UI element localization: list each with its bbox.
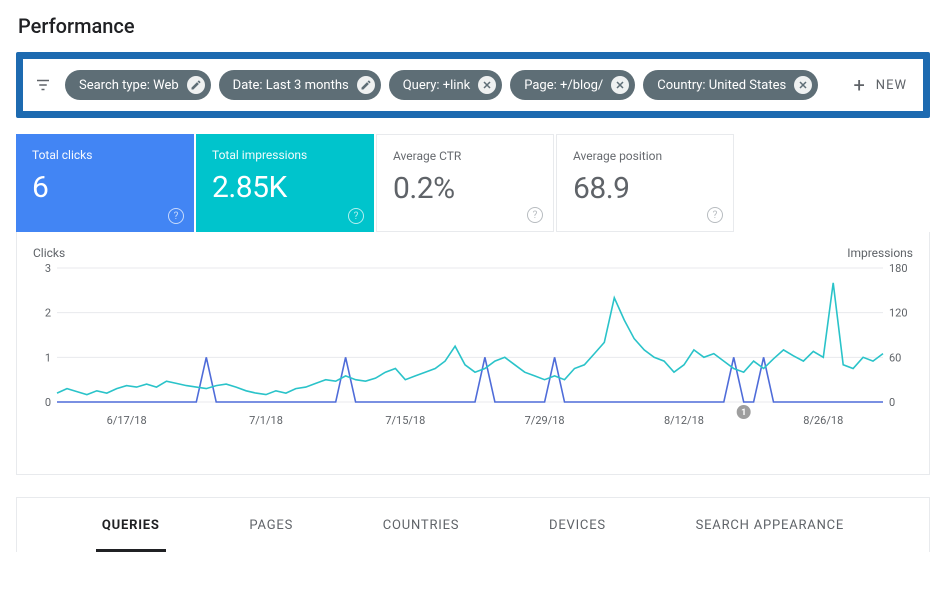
metric-card-ctr[interactable]: Average CTR 0.2% ? bbox=[376, 134, 554, 232]
metric-value: 2.85K bbox=[212, 170, 358, 205]
svg-text:7/1/18: 7/1/18 bbox=[249, 414, 283, 427]
svg-text:3: 3 bbox=[45, 262, 51, 275]
svg-text:0: 0 bbox=[889, 396, 895, 409]
tab-countries[interactable]: COUNTRIES bbox=[377, 498, 466, 552]
new-label: NEW bbox=[876, 78, 907, 93]
svg-text:7/15/18: 7/15/18 bbox=[385, 414, 425, 427]
svg-text:1: 1 bbox=[741, 408, 746, 418]
svg-text:2: 2 bbox=[45, 307, 51, 320]
tab-devices[interactable]: DEVICES bbox=[543, 498, 612, 552]
axis-label-left: Clicks bbox=[33, 246, 65, 260]
svg-text:7/29/18: 7/29/18 bbox=[525, 414, 565, 427]
axis-label-right: Impressions bbox=[847, 246, 913, 260]
metric-label: Total impressions bbox=[212, 148, 358, 162]
metric-card-position[interactable]: Average position 68.9 ? bbox=[556, 134, 734, 232]
filter-chip-date[interactable]: Date: Last 3 months bbox=[219, 70, 381, 100]
filter-bar: Search type: Web Date: Last 3 months Que… bbox=[23, 59, 923, 111]
help-icon[interactable]: ? bbox=[527, 207, 543, 223]
chip-label: Search type: Web bbox=[79, 78, 179, 93]
add-new-filter-button[interactable]: + NEW bbox=[843, 69, 917, 101]
metric-label: Average position bbox=[573, 149, 717, 163]
filter-bar-highlight: Search type: Web Date: Last 3 months Que… bbox=[16, 52, 930, 118]
help-icon[interactable]: ? bbox=[168, 208, 184, 224]
svg-text:6/17/18: 6/17/18 bbox=[107, 414, 147, 427]
svg-text:0: 0 bbox=[45, 396, 51, 409]
performance-chart: 0 1 2 3 0 60 120 180 6/17/18 7/1/18 7/15/18 7/29/18… bbox=[33, 262, 913, 432]
help-icon[interactable]: ? bbox=[348, 208, 364, 224]
filter-icon bbox=[33, 75, 53, 95]
svg-text:8/26/18: 8/26/18 bbox=[803, 414, 843, 427]
svg-text:60: 60 bbox=[889, 351, 901, 364]
svg-text:1: 1 bbox=[45, 351, 51, 364]
svg-text:120: 120 bbox=[889, 307, 908, 320]
chip-label: Query: +link bbox=[403, 78, 471, 93]
svg-text:8/12/18: 8/12/18 bbox=[664, 414, 704, 427]
metric-value: 6 bbox=[32, 170, 178, 205]
help-icon[interactable]: ? bbox=[707, 207, 723, 223]
tab-pages[interactable]: PAGES bbox=[243, 498, 299, 552]
pencil-icon[interactable] bbox=[357, 76, 375, 94]
tab-appearance[interactable]: SEARCH APPEARANCE bbox=[690, 498, 851, 552]
close-icon[interactable] bbox=[478, 76, 496, 94]
chip-label: Date: Last 3 months bbox=[233, 78, 349, 93]
tab-queries[interactable]: QUERIES bbox=[96, 498, 166, 552]
chart-panel: Clicks Impressions 0 1 2 3 0 60 120 180 6/17/18 7… bbox=[16, 232, 930, 475]
close-icon[interactable] bbox=[794, 76, 812, 94]
metric-value: 68.9 bbox=[573, 171, 717, 206]
page-title: Performance bbox=[0, 0, 946, 48]
metric-value: 0.2% bbox=[393, 171, 537, 206]
filter-chip-query[interactable]: Query: +link bbox=[389, 70, 503, 100]
chip-label: Page: +/blog/ bbox=[524, 78, 603, 93]
metric-card-impressions[interactable]: Total impressions 2.85K ? bbox=[196, 134, 374, 232]
plus-icon: + bbox=[853, 75, 865, 95]
filter-chip-country[interactable]: Country: United States bbox=[643, 70, 818, 100]
metric-label: Total clicks bbox=[32, 148, 178, 162]
pencil-icon[interactable] bbox=[187, 76, 205, 94]
filter-chip-page[interactable]: Page: +/blog/ bbox=[510, 70, 635, 100]
metric-label: Average CTR bbox=[393, 149, 537, 163]
filter-chip-search-type[interactable]: Search type: Web bbox=[65, 70, 211, 100]
metric-cards-row: Total clicks 6 ? Total impressions 2.85K… bbox=[16, 134, 930, 232]
tabs-row: QUERIES PAGES COUNTRIES DEVICES SEARCH A… bbox=[17, 498, 929, 552]
tabs-panel: QUERIES PAGES COUNTRIES DEVICES SEARCH A… bbox=[16, 497, 930, 552]
close-icon[interactable] bbox=[611, 76, 629, 94]
metric-card-clicks[interactable]: Total clicks 6 ? bbox=[16, 134, 194, 232]
chip-label: Country: United States bbox=[657, 78, 786, 93]
svg-text:180: 180 bbox=[889, 262, 908, 275]
